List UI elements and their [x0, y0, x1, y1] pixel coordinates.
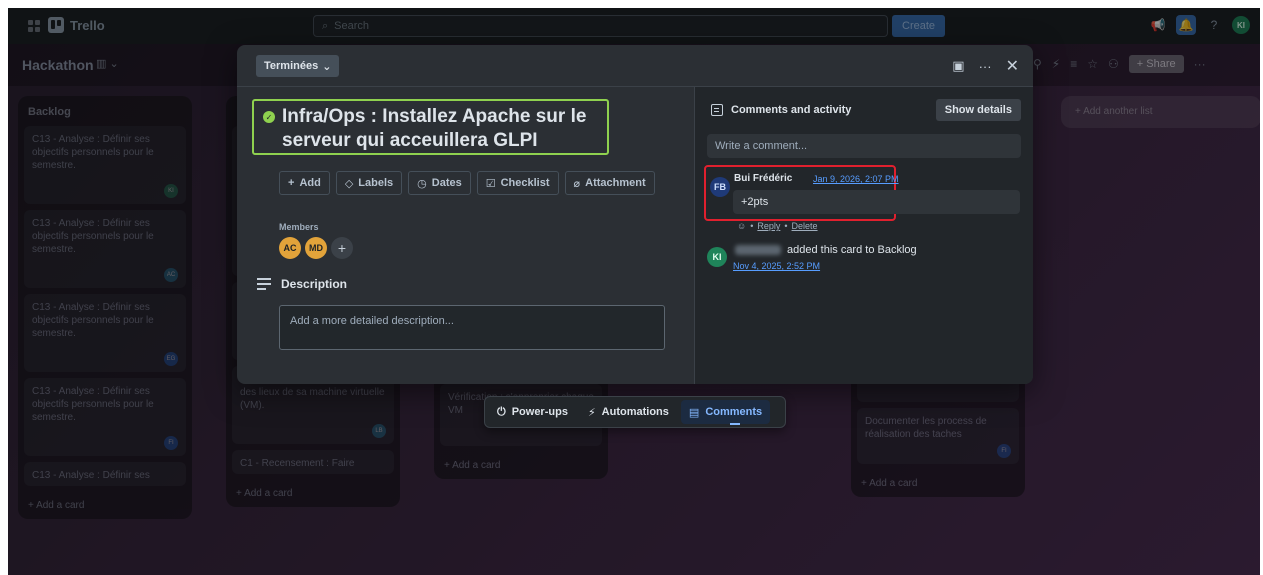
clock-icon: ◷ — [417, 177, 427, 190]
attachment-button[interactable]: ⌀ Attachment — [564, 171, 655, 195]
complete-check-icon[interactable]: ✓ — [263, 111, 275, 123]
labels-button[interactable]: ◇ Labels — [335, 171, 403, 195]
reply-link[interactable]: Reply — [757, 221, 780, 231]
activity-title: Comments and activity — [731, 104, 852, 116]
labels-label: Labels — [358, 177, 394, 189]
comment-author-avatar[interactable]: FB — [710, 177, 730, 197]
powerups-button[interactable]: ⏻ Power-ups — [489, 400, 576, 424]
dates-label: Dates — [431, 177, 462, 189]
redacted-username — [735, 245, 781, 255]
description-input[interactable]: Add a more detailed description... — [279, 305, 665, 350]
activity-header: Comments and activity — [711, 104, 851, 116]
comment-timestamp-link[interactable]: Jan 9, 2026, 2:07 PM — [813, 174, 899, 184]
automations-button[interactable]: ⚡ Automations — [580, 400, 677, 424]
comment-icon — [711, 104, 723, 116]
show-details-button[interactable]: Show details — [935, 99, 1021, 121]
attachment-label: Attachment — [585, 177, 646, 189]
activity-timestamp-link[interactable]: Nov 4, 2025, 2:52 PM — [733, 261, 820, 271]
add-button[interactable]: + Add — [279, 171, 330, 195]
comment-icon: ▤ — [688, 406, 700, 419]
card-detail-modal: Terminées ⌄ ▣ ··· ✕ ✓ Infra/Ops : Instal… — [237, 45, 1033, 384]
lightning-icon: ⚡ — [587, 406, 596, 419]
trello-app: Trello ⌕ Search Create 📢 🔔 ? KI Hackatho… — [8, 8, 1260, 575]
comment-author-name[interactable]: Bui Frédéric — [734, 173, 792, 184]
member-avatar[interactable]: AC — [279, 237, 301, 259]
description-title: Description — [281, 277, 348, 291]
card-title[interactable]: Infra/Ops : Installez Apache sur le serv… — [282, 105, 599, 153]
comment-input[interactable]: Write a comment... — [707, 134, 1021, 158]
card-main-pane: ✓ Infra/Ops : Installez Apache sur le se… — [237, 87, 693, 384]
paperclip-icon: ⌀ — [573, 177, 581, 190]
cover-image-icon[interactable]: ▣ — [952, 58, 964, 74]
comments-label: Comments — [705, 406, 763, 418]
status-label: Terminées — [264, 60, 319, 72]
plug-icon: ⏻ — [497, 405, 506, 418]
delete-link[interactable]: Delete — [792, 221, 818, 231]
description-header: Description — [257, 277, 347, 291]
activity-text: added this card to Backlog — [787, 244, 917, 256]
tag-icon: ◇ — [344, 177, 354, 190]
comments-button[interactable]: ▤ Comments — [680, 400, 771, 424]
board-bottom-toolbar: ⏻ Power-ups ⚡ Automations ▤ Comments — [484, 396, 786, 428]
checklist-button[interactable]: ☑ Checklist — [476, 171, 559, 195]
members-list: AC MD + — [279, 237, 353, 259]
card-action-buttons: + Add ◇ Labels ◷ Dates ☑ Checklist ⌀ Attachme… — [279, 171, 655, 195]
automations-label: Automations — [601, 406, 669, 418]
add-member-button[interactable]: + — [331, 237, 353, 259]
modal-header: Terminées ⌄ ▣ ··· ✕ — [237, 45, 1033, 87]
comment-actions: ☺ • Reply • Delete — [737, 221, 818, 231]
description-icon — [257, 278, 271, 290]
members-label: Members — [279, 222, 319, 232]
activity-user-avatar[interactable]: KI — [707, 247, 727, 267]
member-avatar[interactable]: MD — [305, 237, 327, 259]
checkbox-icon: ☑ — [485, 177, 496, 190]
plus-icon: + — [288, 177, 295, 189]
emoji-reaction-icon[interactable]: ☺ — [737, 221, 746, 231]
more-options-icon[interactable]: ··· — [979, 59, 992, 74]
chevron-down-icon: ⌄ — [322, 60, 332, 73]
close-icon[interactable]: ✕ — [1006, 56, 1019, 76]
add-label: Add — [299, 177, 321, 189]
dates-button[interactable]: ◷ Dates — [408, 171, 471, 195]
checklist-label: Checklist — [500, 177, 550, 189]
comment-text: +2pts — [733, 190, 1020, 214]
comments-activity-pane: Comments and activity Show details Write… — [694, 87, 1033, 384]
list-status-dropdown[interactable]: Terminées ⌄ — [256, 55, 340, 77]
active-tab-indicator — [730, 423, 740, 425]
powerups-label: Power-ups — [511, 406, 568, 418]
modal-header-actions: ▣ ··· ✕ — [952, 56, 1019, 76]
card-title-highlight: ✓ Infra/Ops : Installez Apache sur le se… — [252, 99, 609, 155]
